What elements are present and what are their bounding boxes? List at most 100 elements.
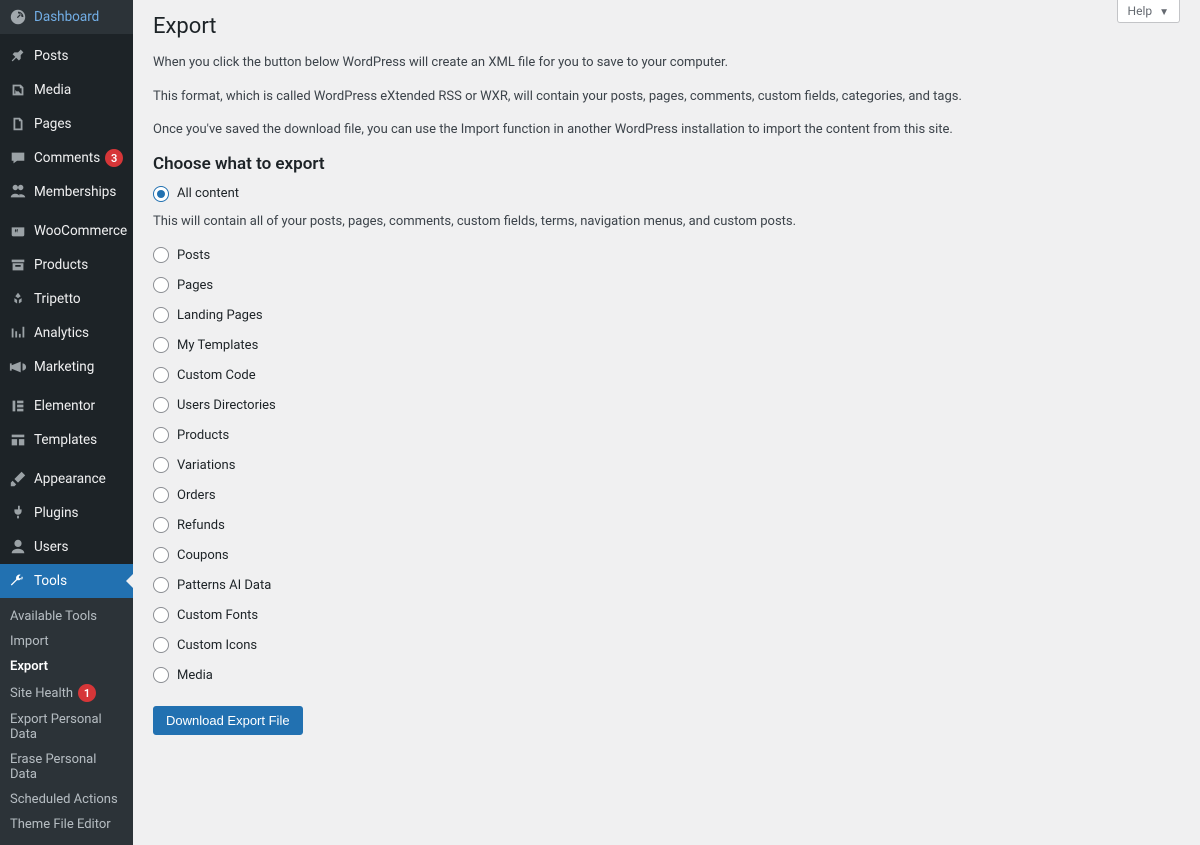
radio-patterns-ai-data[interactable]	[153, 577, 169, 593]
radio-label-variations[interactable]: Variations	[177, 458, 235, 473]
sidebar-item-comments[interactable]: Comments 3	[0, 141, 133, 175]
radio-custom-icons[interactable]	[153, 637, 169, 653]
radio-row-media: Media	[153, 667, 1180, 683]
sidebar-item-label: Analytics	[34, 325, 89, 341]
submenu-item-label: Erase Personal Data	[10, 752, 123, 782]
radio-row-variations: Variations	[153, 457, 1180, 473]
radio-label-users-directories[interactable]: Users Directories	[177, 398, 276, 413]
sidebar-item-marketing[interactable]: Marketing	[0, 350, 133, 384]
radio-products[interactable]	[153, 427, 169, 443]
radio-posts[interactable]	[153, 247, 169, 263]
export-desc-3: Once you've saved the download file, you…	[153, 120, 1053, 140]
radio-label-my-templates[interactable]: My Templates	[177, 338, 258, 353]
badge: 1	[78, 684, 96, 702]
radio-all-content[interactable]	[153, 186, 169, 202]
submenu-item-theme-file-editor[interactable]: Theme File Editor	[0, 812, 133, 837]
sidebar-item-pages[interactable]: Pages	[0, 107, 133, 141]
brush-icon	[8, 469, 28, 489]
radio-row-custom-fonts: Custom Fonts	[153, 607, 1180, 623]
radio-label-landing-pages[interactable]: Landing Pages	[177, 308, 263, 323]
radio-label-posts[interactable]: Posts	[177, 248, 210, 263]
radio-row-refunds: Refunds	[153, 517, 1180, 533]
sidebar-item-label: Tools	[34, 573, 67, 589]
main-content: Help ▼ Export When you click the button …	[133, 0, 1200, 845]
radio-variations[interactable]	[153, 457, 169, 473]
submenu-item-export[interactable]: Export	[0, 654, 133, 679]
radio-label-products[interactable]: Products	[177, 428, 229, 443]
templates-icon	[8, 430, 28, 450]
sidebar-item-tripetto[interactable]: Tripetto	[0, 282, 133, 316]
radio-custom-code[interactable]	[153, 367, 169, 383]
radio-label-all-content[interactable]: All content	[177, 186, 239, 201]
sidebar-item-elementor[interactable]: Elementor	[0, 389, 133, 423]
radio-label-media[interactable]: Media	[177, 668, 213, 683]
archive-icon	[8, 255, 28, 275]
sidebar-item-analytics[interactable]: Analytics	[0, 316, 133, 350]
sidebar-item-tools[interactable]: Tools	[0, 564, 133, 598]
radio-row-orders: Orders	[153, 487, 1180, 503]
radio-label-custom-code[interactable]: Custom Code	[177, 368, 256, 383]
sidebar-item-woocommerce[interactable]: WooCommerce	[0, 214, 133, 248]
radio-row-products: Products	[153, 427, 1180, 443]
radio-media[interactable]	[153, 667, 169, 683]
radio-my-templates[interactable]	[153, 337, 169, 353]
sidebar-item-label: Posts	[34, 48, 68, 64]
pin-icon	[8, 46, 28, 66]
submenu-item-import[interactable]: Import	[0, 629, 133, 654]
submenu-item-scheduled-actions[interactable]: Scheduled Actions	[0, 787, 133, 812]
submenu-item-label: Scheduled Actions	[10, 792, 118, 807]
radio-landing-pages[interactable]	[153, 307, 169, 323]
submenu-item-label: Available Tools	[10, 609, 97, 624]
submenu-item-label: Export	[10, 659, 48, 674]
sidebar-item-media[interactable]: Media	[0, 73, 133, 107]
radio-row-custom-icons: Custom Icons	[153, 637, 1180, 653]
page-title: Export	[153, 14, 1180, 39]
radio-label-coupons[interactable]: Coupons	[177, 548, 229, 563]
radio-users-directories[interactable]	[153, 397, 169, 413]
sidebar-item-label: Elementor	[34, 398, 95, 414]
sidebar-item-label: Pages	[34, 116, 72, 132]
sidebar-item-dashboard[interactable]: Dashboard	[0, 0, 133, 34]
radio-label-patterns-ai-data[interactable]: Patterns AI Data	[177, 578, 271, 593]
radio-label-custom-icons[interactable]: Custom Icons	[177, 638, 257, 653]
tripetto-icon	[8, 289, 28, 309]
radio-custom-fonts[interactable]	[153, 607, 169, 623]
submenu-item-label: Import	[10, 634, 49, 649]
radio-coupons[interactable]	[153, 547, 169, 563]
radio-label-refunds[interactable]: Refunds	[177, 518, 225, 533]
groups-icon	[8, 182, 28, 202]
submenu-item-label: Site Health	[10, 686, 73, 701]
radio-row-posts: Posts	[153, 247, 1180, 263]
submenu-item-erase-personal-data[interactable]: Erase Personal Data	[0, 747, 133, 787]
sidebar-item-users[interactable]: Users	[0, 530, 133, 564]
chevron-down-icon: ▼	[1159, 7, 1169, 18]
sidebar-item-posts[interactable]: Posts	[0, 39, 133, 73]
radio-row-users-directories: Users Directories	[153, 397, 1180, 413]
sidebar-item-memberships[interactable]: Memberships	[0, 175, 133, 209]
download-export-button[interactable]: Download Export File	[153, 706, 303, 735]
sidebar-item-products[interactable]: Products	[0, 248, 133, 282]
page-icon	[8, 114, 28, 134]
help-tab[interactable]: Help ▼	[1117, 0, 1180, 23]
submenu-item-site-health[interactable]: Site Health 1	[0, 679, 133, 707]
sidebar-item-label: WooCommerce	[34, 223, 127, 239]
sidebar-item-label: Tripetto	[34, 291, 81, 307]
radio-row-all-content: All content	[153, 186, 1180, 202]
radio-pages[interactable]	[153, 277, 169, 293]
badge: 3	[105, 149, 123, 167]
radio-label-pages[interactable]: Pages	[177, 278, 213, 293]
help-label: Help	[1128, 4, 1153, 18]
sidebar-item-label: Comments	[34, 150, 100, 166]
radio-label-orders[interactable]: Orders	[177, 488, 216, 503]
sidebar-item-plugins[interactable]: Plugins	[0, 496, 133, 530]
submenu-item-available-tools[interactable]: Available Tools	[0, 604, 133, 629]
megaphone-icon	[8, 357, 28, 377]
sidebar-item-appearance[interactable]: Appearance	[0, 462, 133, 496]
radio-refunds[interactable]	[153, 517, 169, 533]
sidebar-item-label: Media	[34, 82, 71, 98]
choose-heading: Choose what to export	[153, 154, 1180, 174]
sidebar-item-templates[interactable]: Templates	[0, 423, 133, 457]
radio-orders[interactable]	[153, 487, 169, 503]
submenu-item-export-personal-data[interactable]: Export Personal Data	[0, 707, 133, 747]
radio-label-custom-fonts[interactable]: Custom Fonts	[177, 608, 258, 623]
